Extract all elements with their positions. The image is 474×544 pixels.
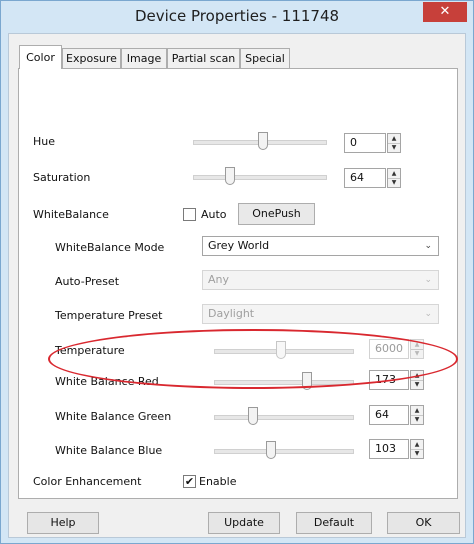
tab-color[interactable]: Color (19, 45, 62, 69)
white-balance-red-spinner[interactable]: ▲ ▼ (410, 370, 424, 390)
chevron-down-icon: ⌄ (424, 241, 432, 251)
white-balance-green-spinner[interactable]: ▲ ▼ (410, 405, 424, 425)
color-enhancement-label: Color Enhancement (33, 475, 142, 488)
enable-checkbox[interactable]: ✔ (183, 475, 196, 488)
white-balance-blue-input[interactable]: 103 (369, 439, 409, 459)
tab-special[interactable]: Special (240, 48, 290, 68)
default-button[interactable]: Default (296, 512, 372, 534)
temperature-preset-label: Temperature Preset (55, 309, 163, 322)
white-balance-green-slider-track[interactable] (214, 415, 354, 420)
tab-partial-scan[interactable]: Partial scan (167, 48, 240, 68)
temperature-label: Temperature (55, 344, 125, 357)
auto-preset-value: Any (208, 273, 230, 286)
white-balance-red-slider-thumb[interactable] (302, 372, 312, 390)
white-balance-red-input[interactable]: 173 (369, 370, 409, 390)
help-button[interactable]: Help (27, 512, 99, 534)
spin-down-icon: ▼ (414, 350, 420, 357)
auto-checkbox[interactable] (183, 208, 196, 221)
white-balance-green-label: White Balance Green (55, 410, 172, 423)
spin-down-icon[interactable]: ▼ (411, 415, 423, 424)
temperature-input: 6000 (369, 339, 409, 359)
whitebalance-mode-value: Grey World (208, 239, 270, 252)
ok-button[interactable]: OK (387, 512, 460, 534)
white-balance-blue-spinner[interactable]: ▲ ▼ (410, 439, 424, 459)
whitebalance-mode-select[interactable]: Grey World ⌄ (202, 236, 439, 256)
spin-down-icon[interactable]: ▼ (411, 380, 423, 389)
title-bar[interactable]: Device Properties - 111748 ✕ (1, 1, 473, 31)
white-balance-red-label: White Balance Red (55, 375, 159, 388)
update-button[interactable]: Update (208, 512, 280, 534)
saturation-slider-thumb[interactable] (225, 167, 235, 185)
hue-input[interactable]: 0 (344, 133, 386, 153)
device-properties-window: Device Properties - 111748 ✕ Color Expos… (0, 0, 474, 544)
saturation-slider-track[interactable] (193, 175, 327, 180)
saturation-spinner[interactable]: ▲ ▼ (387, 168, 401, 188)
whitebalance-mode-label: WhiteBalance Mode (55, 241, 165, 254)
temperature-slider-thumb (276, 341, 286, 359)
white-balance-blue-slider-track[interactable] (214, 449, 354, 454)
close-button[interactable]: ✕ (423, 2, 467, 22)
white-balance-blue-slider-thumb[interactable] (266, 441, 276, 459)
onepush-button[interactable]: OnePush (238, 203, 315, 225)
saturation-input[interactable]: 64 (344, 168, 386, 188)
dialog-client-area: Color Exposure Image Partial scan Specia… (8, 33, 466, 538)
auto-preset-select: Any ⌄ (202, 270, 439, 290)
spin-down-icon[interactable]: ▼ (388, 143, 400, 152)
spin-down-icon[interactable]: ▼ (411, 449, 423, 458)
white-balance-red-slider-track[interactable] (214, 380, 354, 385)
hue-label: Hue (33, 135, 56, 148)
hue-slider-thumb[interactable] (258, 132, 268, 150)
tab-image[interactable]: Image (121, 48, 167, 68)
white-balance-green-input[interactable]: 64 (369, 405, 409, 425)
temperature-preset-select: Daylight ⌄ (202, 304, 439, 324)
spin-down-icon[interactable]: ▼ (388, 178, 400, 187)
window-title: Device Properties - 111748 (134, 7, 340, 25)
temperature-preset-value: Daylight (208, 307, 255, 320)
enable-label: Enable (199, 475, 237, 488)
auto-preset-label: Auto-Preset (55, 275, 120, 288)
color-tab-panel: Hue 0 ▲ ▼ Saturation 64 ▲ ▼ WhiteBalance… (18, 68, 458, 499)
white-balance-green-slider-thumb[interactable] (248, 407, 258, 425)
saturation-label: Saturation (33, 171, 91, 184)
hue-spinner[interactable]: ▲ ▼ (387, 133, 401, 153)
white-balance-blue-label: White Balance Blue (55, 444, 163, 457)
chevron-down-icon: ⌄ (424, 309, 432, 319)
auto-label: Auto (201, 208, 227, 221)
whitebalance-label: WhiteBalance (33, 208, 109, 221)
tab-exposure[interactable]: Exposure (62, 48, 121, 68)
temperature-spinner: ▲ ▼ (410, 339, 424, 359)
chevron-down-icon: ⌄ (424, 275, 432, 285)
